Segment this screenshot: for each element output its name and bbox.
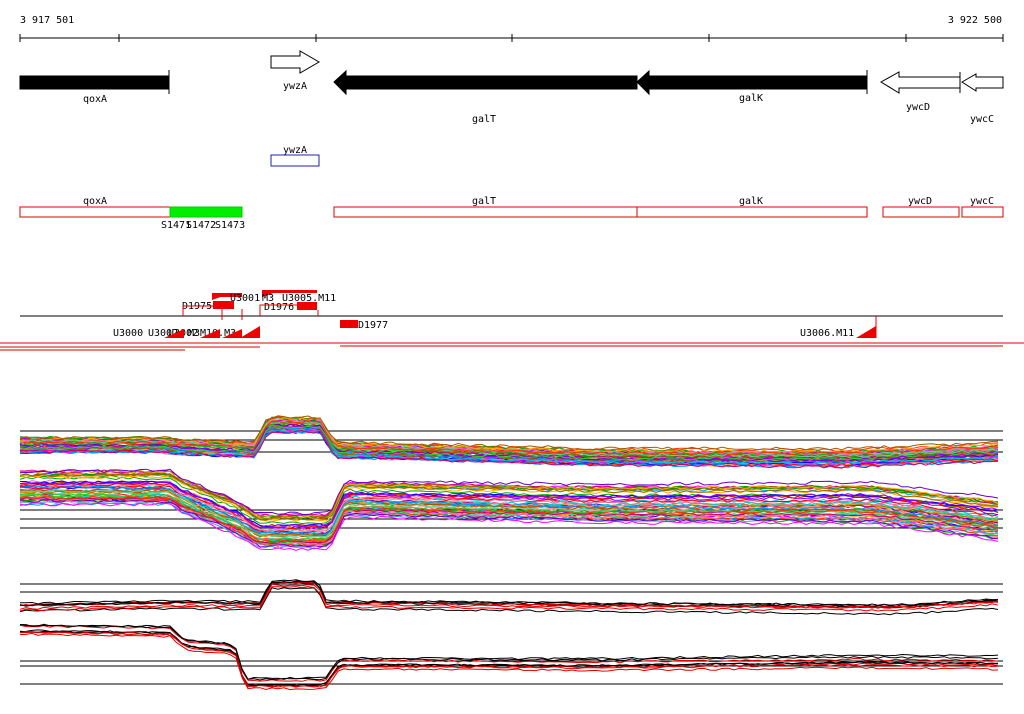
- tu-box-D1977[interactable]: [340, 320, 358, 328]
- reference-lines: [20, 583, 1003, 593]
- tu-label-M3-lower: M3: [188, 328, 200, 339]
- expression-track-upper: [19, 415, 1003, 469]
- segment-label-S1473: S1473: [215, 220, 245, 231]
- transcript-label-galT: galT: [472, 196, 496, 207]
- transcript-box-ywcC[interactable]: [961, 206, 1004, 218]
- tu-label-D1976: D1976: [264, 302, 294, 313]
- summary-profiles: [19, 579, 999, 616]
- transcript-box-galK[interactable]: [636, 206, 868, 218]
- tu-label-U3000: U3000: [113, 328, 143, 339]
- expression-track-lower: [19, 468, 1003, 551]
- transcript-track: qoxA S1471 S1472 S1473 galT galK ywcD yw…: [19, 196, 1004, 231]
- tu-label-D1977: D1977: [358, 320, 388, 331]
- coordinate-start: 3 917 501: [20, 15, 74, 26]
- gene-label-qoxA: qoxA: [83, 94, 107, 105]
- gene-arrow-galK[interactable]: [636, 69, 868, 96]
- expression-profiles: [19, 415, 999, 469]
- transcript-box-ywcD[interactable]: [882, 206, 960, 218]
- transcript-box-qoxA[interactable]: [19, 206, 171, 218]
- ywzA-feature-label: ywzA: [283, 145, 307, 156]
- gene-label-galT: galT: [472, 114, 496, 125]
- summary-track-upper: [19, 579, 1003, 616]
- gene-label-ywcC: ywcC: [970, 114, 994, 125]
- transcript-label-galK: galK: [739, 196, 763, 207]
- segment-label-S1472: S1472: [186, 220, 216, 231]
- tu-track: D1975 U3001 M3 U3005.M11 D1976 D1977 U30…: [0, 290, 1024, 351]
- tu-tri-far: [856, 326, 876, 338]
- ywzA-feature-track: ywzA: [270, 145, 320, 167]
- segment-box-green[interactable]: [169, 206, 243, 218]
- expression-profile-line: [19, 624, 999, 682]
- gene-arrow-ywzA[interactable]: [270, 50, 320, 74]
- summary-track-lower: [19, 623, 1003, 691]
- tu-label-U3001: U3001: [230, 293, 260, 304]
- gene-track: qoxA ywzA galT galK ywcD ywcC: [19, 50, 1004, 125]
- tu-box-D1976[interactable]: [297, 302, 317, 310]
- transcript-box-galT[interactable]: [333, 206, 638, 218]
- tu-tri-lower-4: [240, 326, 260, 338]
- summary-profiles: [19, 623, 999, 691]
- transcript-label-ywcD: ywcD: [908, 196, 932, 207]
- gene-arrow-ywcC[interactable]: [961, 73, 1004, 92]
- transcript-label-qoxA: qoxA: [83, 196, 107, 207]
- gene-label-galK: galK: [739, 93, 763, 104]
- gene-label-ywzA: ywzA: [283, 81, 307, 92]
- tu-label-U3006-M11: U3006.M11: [800, 328, 854, 339]
- genome-browser: 3 917 501 3 922 500 qoxA ywzA galT galK …: [0, 15, 1024, 691]
- coordinate-end: 3 922 500: [948, 15, 1002, 26]
- gene-arrow-ywcD[interactable]: [880, 71, 961, 94]
- coordinate-ruler: 3 917 501 3 922 500: [19, 15, 1004, 42]
- gene-arrow-galT[interactable]: [333, 69, 638, 96]
- gene-arrow-qoxA[interactable]: [19, 75, 170, 90]
- ywzA-feature-box[interactable]: [270, 154, 320, 167]
- transcript-label-ywcC: ywcC: [970, 196, 994, 207]
- gene-label-ywcD: ywcD: [906, 102, 930, 113]
